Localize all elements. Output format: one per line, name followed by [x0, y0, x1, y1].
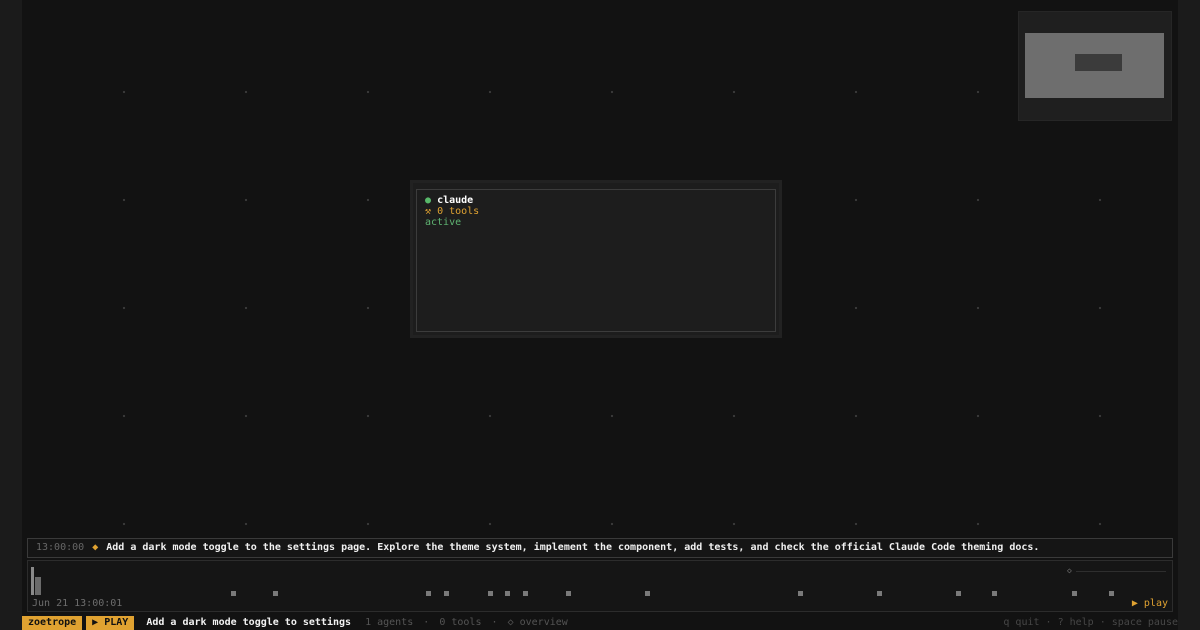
right-edge — [1178, 0, 1200, 630]
minimap-agent-node — [1075, 54, 1122, 71]
minimap-viewport[interactable] — [1025, 33, 1164, 98]
timeline-event-marker[interactable] — [877, 591, 882, 596]
agent-card[interactable]: ● claude ⚒ 0 tools active — [413, 183, 779, 335]
timeline-event-marker[interactable] — [1109, 591, 1114, 596]
timeline-event-marker[interactable] — [273, 591, 278, 596]
task-time: 13:00:00 — [36, 542, 85, 553]
mode-badge[interactable]: ▶ PLAY — [86, 616, 135, 630]
task-text: Add a dark mode toggle to the settings p… — [106, 542, 1040, 553]
view-mode[interactable]: ◇ overview — [508, 617, 568, 628]
timeline-event-marker[interactable] — [566, 591, 571, 596]
agent-name: claude — [437, 195, 474, 206]
timeline-event-marker[interactable] — [992, 591, 997, 596]
agent-status: active — [425, 217, 462, 228]
agent-tools-row: ⚒ 0 tools — [425, 206, 767, 217]
timeline-timestamp: Jun 21 13:00:01 — [32, 598, 123, 609]
timeline-event-marker[interactable] — [444, 591, 449, 596]
keyboard-hints: q quit · ? help · space pause — [1003, 617, 1178, 628]
diamond-icon: ◆ — [92, 542, 99, 553]
timeline-event-marker[interactable] — [426, 591, 431, 596]
meta-separator: · — [491, 617, 498, 628]
timeline-event-marker[interactable] — [956, 591, 961, 596]
agent-tools-count: 0 tools — [437, 206, 480, 217]
agents-count: 1 agents — [365, 617, 414, 628]
status-bar: zoetrope ▶ PLAY Add a dark mode toggle to… — [22, 616, 1178, 630]
timeline-event-marker[interactable] — [523, 591, 528, 596]
timeline-event-marker[interactable] — [1072, 591, 1077, 596]
timeline-cursor-track[interactable] — [1076, 571, 1166, 572]
left-edge — [0, 0, 22, 630]
minimap[interactable] — [1018, 11, 1172, 121]
diamond-outline-icon[interactable]: ◇ — [1067, 566, 1072, 575]
timeline-event-marker[interactable] — [798, 591, 803, 596]
agent-name-row: ● claude — [425, 195, 767, 206]
timeline-event-marker[interactable] — [231, 591, 236, 596]
status-dot-icon: ● — [425, 195, 432, 206]
timeline-histogram-bar — [31, 567, 34, 595]
timeline-event-marker[interactable] — [488, 591, 493, 596]
task-bar: 13:00:00 ◆ Add a dark mode toggle to the… — [27, 538, 1173, 558]
timeline-event-marker[interactable] — [645, 591, 650, 596]
wrench-icon: ⚒ — [425, 206, 432, 217]
timeline-histogram-bar — [35, 577, 41, 595]
meta-separator: · — [423, 617, 430, 628]
timeline-event-marker[interactable] — [505, 591, 510, 596]
timeline[interactable]: ◇ Jun 21 13:00:01 ▶ play — [27, 560, 1173, 612]
agent-card-body: ● claude ⚒ 0 tools active — [416, 189, 776, 332]
play-button[interactable]: ▶ play — [1132, 598, 1168, 609]
tools-count: 0 tools — [439, 617, 482, 628]
current-command: Add a dark mode toggle to settings — [146, 617, 352, 628]
app-name-badge: zoetrope — [22, 616, 83, 630]
